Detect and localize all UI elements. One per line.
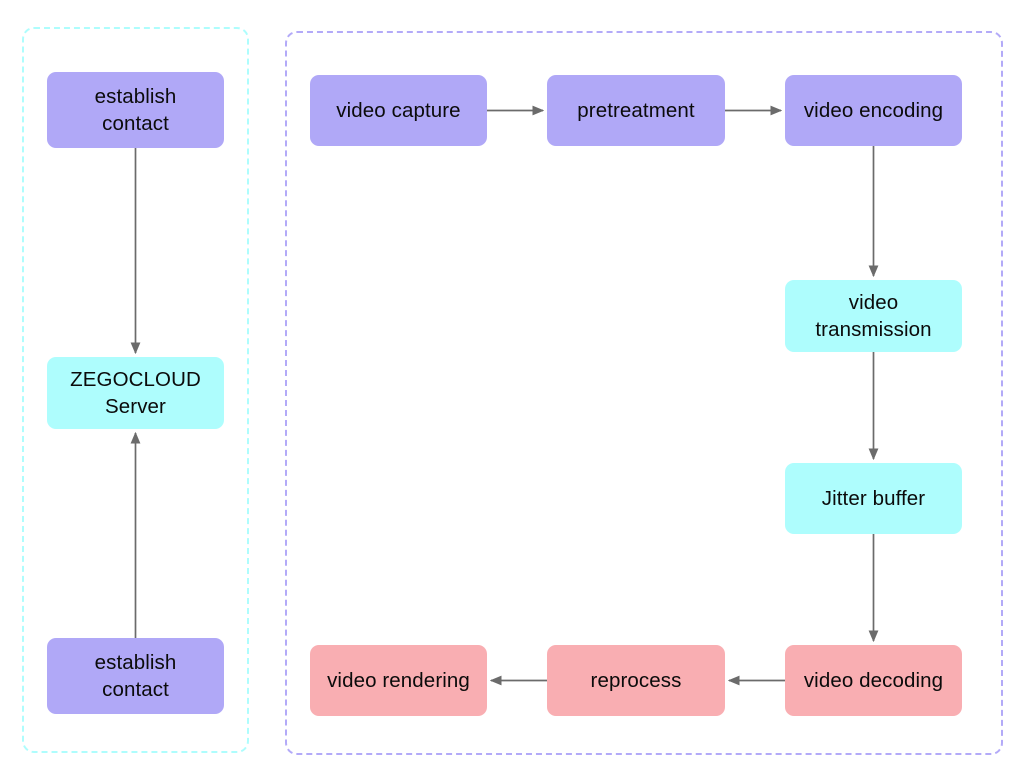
node-label: video decoding xyxy=(803,669,944,692)
node-label: pretreatment xyxy=(577,99,695,122)
node-label: Jitter buffer xyxy=(821,487,926,510)
node-reprocess[interactable]: reprocess xyxy=(547,645,725,716)
node-label: establish contact xyxy=(94,85,177,135)
node-label: reprocess xyxy=(590,669,682,692)
node-label: ZEGOCLOUD Server xyxy=(70,368,201,418)
node-video-decoding[interactable]: video decoding xyxy=(785,645,962,716)
node-label: video rendering xyxy=(327,669,470,692)
node-jitter-buffer[interactable]: Jitter buffer xyxy=(785,463,962,534)
diagram-canvas: establish contact ZEGOCLOUD Server estab… xyxy=(0,0,1024,777)
node-video-capture[interactable]: video capture xyxy=(310,75,487,146)
node-video-rendering[interactable]: video rendering xyxy=(310,645,487,716)
node-video-encoding[interactable]: video encoding xyxy=(785,75,962,146)
node-establish-contact-bottom[interactable]: establish contact xyxy=(47,638,224,714)
node-label: video encoding xyxy=(803,99,944,122)
node-video-transmission[interactable]: video transmission xyxy=(785,280,962,352)
node-establish-contact-top[interactable]: establish contact xyxy=(47,72,224,148)
node-label: video transmission xyxy=(815,291,932,341)
node-label: establish contact xyxy=(94,651,177,701)
node-pretreatment[interactable]: pretreatment xyxy=(547,75,725,146)
node-zegocloud-server[interactable]: ZEGOCLOUD Server xyxy=(47,357,224,429)
node-label: video capture xyxy=(336,99,461,122)
